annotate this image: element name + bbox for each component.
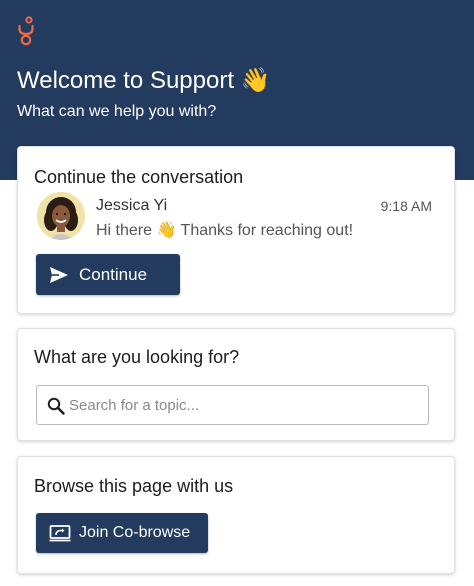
agent-avatar-image: [37, 192, 85, 240]
send-icon: [50, 266, 68, 283]
search-icon: [47, 397, 65, 415]
cobrowse-title: Browse this page with us: [34, 476, 234, 496]
agent-name: Jessica Yi: [96, 197, 168, 214]
welcome-title: Welcome to Support 👋: [17, 67, 271, 94]
genesys-logo-icon: [18, 16, 34, 46]
search-title: What are you looking for?: [34, 347, 240, 367]
search-input[interactable]: [69, 386, 424, 424]
continue-conversation-title: Continue the conversation: [34, 167, 244, 187]
continue-button-label: Continue: [79, 264, 148, 284]
join-cobrowse-button[interactable]: Join Co-browse: [36, 513, 208, 553]
search-box[interactable]: [36, 385, 429, 425]
welcome-subtitle: What can we help you with?: [17, 103, 217, 120]
continue-button[interactable]: Continue: [36, 254, 180, 295]
search-card: What are you looking for?: [17, 328, 455, 441]
cobrowse-card: Browse this page with us Join Co-browse: [17, 456, 455, 574]
message-preview: Hi there 👋 Thanks for reaching out!: [96, 222, 354, 239]
join-cobrowse-label: Join Co-browse: [79, 524, 191, 541]
continue-conversation-card: Continue the conversation Jessica Yi 9:1…: [17, 146, 455, 314]
support-messenger: Welcome to Support 👋 What can we help yo…: [0, 0, 474, 586]
agent-avatar: [37, 192, 85, 240]
screen-share-icon: [49, 525, 71, 542]
message-time: 9:18 AM: [380, 198, 432, 214]
